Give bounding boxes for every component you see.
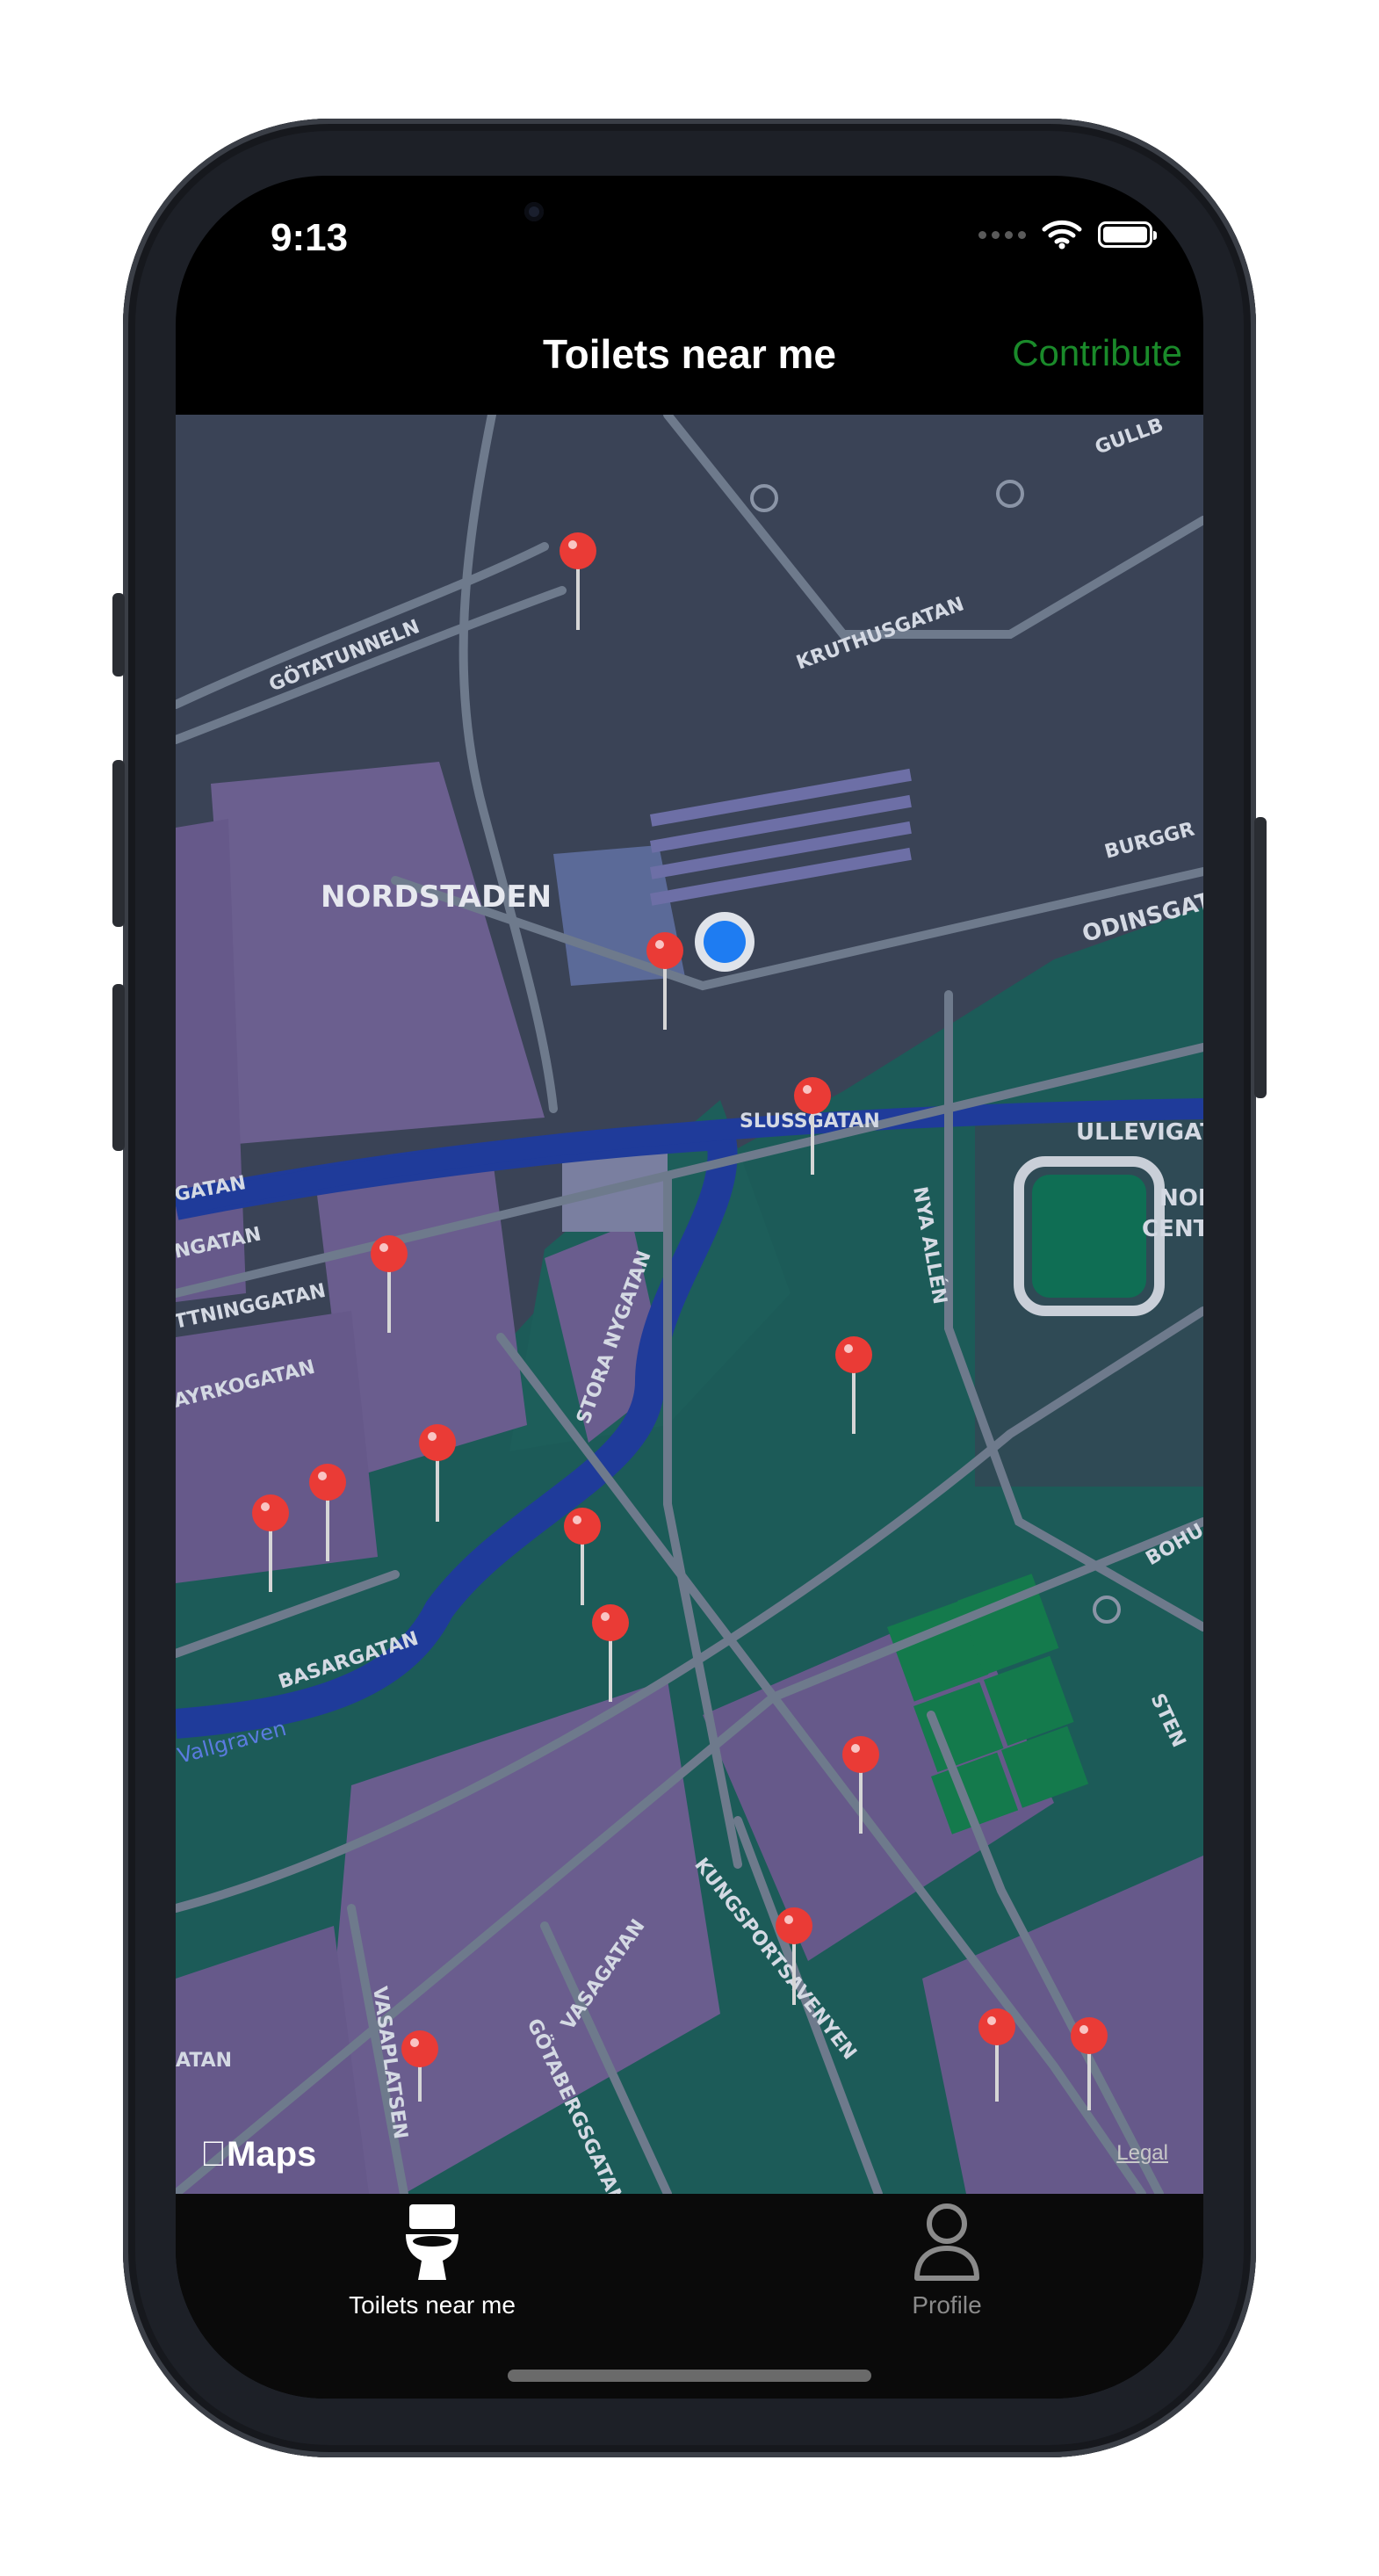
district-label: NOR	[1159, 1185, 1203, 1212]
street-label: ATAN	[176, 2050, 232, 2072]
map-canvas[interactable]: GÖTATUNNELN KRUTHUSGATAN GULLB NORDSTADE…	[176, 415, 1203, 2194]
district-label: CENT	[1142, 1216, 1203, 1242]
person-icon	[914, 2203, 979, 2281]
notch	[479, 176, 900, 264]
status-time: 9:13	[271, 216, 349, 259]
tab-bar: Toilets near me Profile	[176, 2194, 1203, 2399]
signal-icon	[978, 230, 1026, 239]
camera-icon	[524, 202, 544, 221]
legal-link[interactable]: Legal	[1116, 2141, 1168, 2166]
toilet-icon	[406, 2204, 458, 2280]
map-view[interactable]: GÖTATUNNELN KRUTHUSGATAN GULLB NORDSTADE…	[176, 415, 1203, 2194]
contribute-button[interactable]: Contribute	[1012, 332, 1182, 374]
tab-profile[interactable]: Profile	[762, 2203, 1131, 2319]
mute-switch	[112, 593, 125, 677]
screen: 9:13 Toilets near me Contribute GÖTATUNN…	[176, 176, 1203, 2399]
apple-logo-icon: 	[200, 2135, 227, 2174]
street-label: ULLEVIGAT	[1076, 1119, 1203, 1146]
volume-up-button	[112, 760, 125, 927]
district-label: NORDSTADEN	[321, 879, 552, 915]
volume-down-button	[112, 984, 125, 1151]
power-button	[1254, 817, 1267, 1098]
tab-label: Profile	[912, 2291, 982, 2319]
home-indicator[interactable]	[508, 2370, 871, 2382]
user-location-dot	[704, 921, 746, 963]
status-icons	[978, 220, 1157, 250]
wifi-icon	[1042, 220, 1082, 250]
battery-icon	[1098, 221, 1157, 248]
maps-attribution-label: Maps	[200, 2135, 316, 2174]
maps-attribution: Maps	[200, 2135, 316, 2174]
tab-label: Toilets near me	[349, 2291, 516, 2319]
tab-toilets-near-me[interactable]: Toilets near me	[248, 2203, 617, 2319]
